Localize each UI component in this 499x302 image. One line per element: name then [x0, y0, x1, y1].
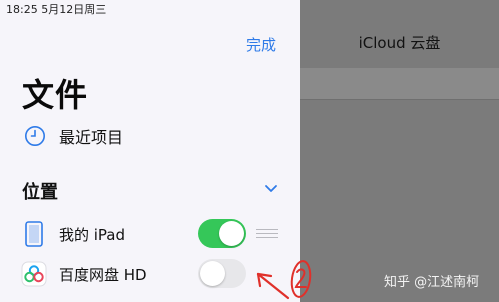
done-button[interactable]: 完成	[246, 34, 276, 55]
baidu-netdisk-icon	[21, 261, 47, 287]
my-ipad-toggle[interactable]	[198, 219, 246, 248]
red-annotation-arrow-icon	[256, 260, 312, 300]
page-title: 文件	[22, 76, 89, 114]
location-label: 百度网盘 HD	[59, 266, 147, 284]
watermark: 知乎 @江述南柯	[384, 275, 480, 290]
toggle-knob	[200, 261, 225, 286]
clock-icon	[25, 126, 45, 146]
toggle-knob	[219, 221, 244, 246]
icloud-drive-pane: iCloud 云盘	[300, 0, 499, 302]
chevron-down-icon[interactable]	[264, 183, 278, 195]
reorder-handle-icon[interactable]	[256, 229, 278, 239]
location-label: 我的 iPad	[59, 226, 126, 244]
detail-title: iCloud 云盘	[358, 34, 441, 52]
sidebar-item-recents[interactable]: 最近项目	[24, 124, 123, 148]
location-row-baidu-netdisk: 百度网盘 HD	[21, 259, 280, 289]
search-bar-area[interactable]	[300, 68, 499, 100]
location-row-my-ipad: 我的 iPad	[24, 219, 280, 249]
baidu-netdisk-toggle[interactable]	[198, 259, 246, 288]
ipad-icon	[25, 221, 43, 247]
locations-section-title: 位置	[22, 182, 58, 203]
status-bar-time: 18:25 5月12日周三	[6, 3, 107, 16]
sidebar-item-label: 最近项目	[59, 128, 124, 147]
